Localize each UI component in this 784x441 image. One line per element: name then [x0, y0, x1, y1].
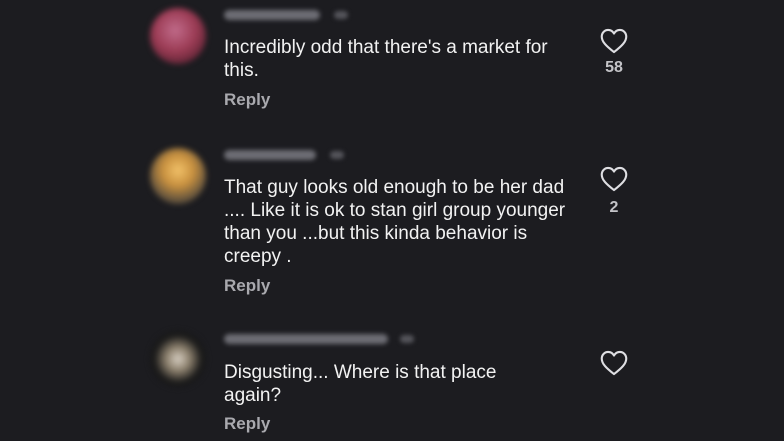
username-blurred[interactable] — [224, 334, 388, 344]
like-button[interactable] — [600, 350, 628, 376]
like-button[interactable] — [600, 166, 628, 192]
timestamp-blurred — [400, 335, 414, 343]
like-count: 58 — [605, 59, 623, 76]
avatar[interactable] — [150, 8, 206, 64]
username-blurred[interactable] — [224, 150, 316, 160]
heart-outline-icon — [600, 350, 628, 376]
reply-button[interactable]: Reply — [224, 414, 270, 434]
reply-button[interactable]: Reply — [224, 276, 270, 296]
username-blurred[interactable] — [224, 10, 320, 20]
heart-outline-icon — [600, 166, 628, 192]
heart-outline-icon — [600, 28, 628, 54]
like-button[interactable] — [600, 28, 628, 54]
comments-screen: Incredibly odd that there's a market for… — [0, 0, 784, 441]
timestamp-blurred — [334, 11, 348, 19]
comment-text: That guy looks old enough to be her dad … — [224, 177, 566, 267]
timestamp-blurred — [330, 151, 344, 159]
reply-button[interactable]: Reply — [224, 90, 270, 110]
comment-text: Disgusting... Where is that place again? — [224, 362, 497, 406]
avatar[interactable] — [150, 331, 206, 387]
avatar[interactable] — [150, 148, 206, 204]
like-count: 2 — [609, 199, 619, 216]
comment-text: Incredibly odd that there's a market for… — [224, 37, 548, 81]
